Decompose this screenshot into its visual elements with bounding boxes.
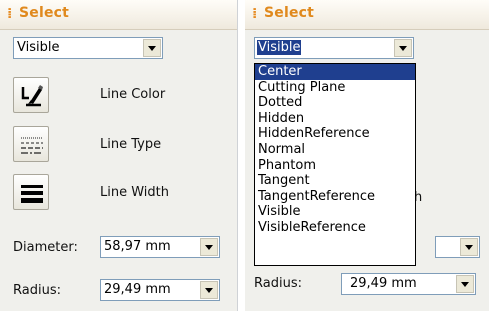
dropdown-option[interactable]: TangentReference [255,189,415,205]
line-type-label: Line Type [100,137,162,152]
mode-select[interactable]: Visible [254,37,414,59]
radius-label: Radius: [254,276,302,291]
line-color-button[interactable] [13,77,49,113]
dropdown-option[interactable]: Dotted [255,95,415,111]
mode-value: Visible [257,40,302,55]
radius-select[interactable]: 29,49 mm [100,279,220,301]
chevron-down-icon [148,46,156,51]
dropdown-option[interactable]: Center [255,64,415,80]
chevron-down-icon [465,245,473,250]
dropdown-button[interactable] [200,238,218,256]
dropdown-option[interactable]: HiddenReference [255,126,415,142]
dropdown-button[interactable] [143,39,161,57]
line-width-label: Line Width [100,185,169,200]
mode-value: Visible [17,40,60,55]
dropdown-button[interactable] [456,275,474,293]
diameter-value: 58,97 mm [104,239,171,254]
diameter-select[interactable] [435,236,480,258]
dropdown-option[interactable]: Cutting Plane [255,80,415,96]
dropdown-option[interactable]: VisibleReference [255,220,415,236]
mode-select[interactable]: Visible [13,37,163,59]
diameter-select[interactable]: 58,97 mm [100,236,220,258]
grip-icon[interactable]: ⁞ [7,7,12,21]
panel-header: ⁞ Select [0,0,237,30]
chevron-down-icon [205,245,213,250]
line-type-dropdown-list[interactable]: Center Cutting Plane Dotted Hidden Hidde… [254,63,416,266]
dropdown-option[interactable]: Visible [255,204,415,220]
chevron-down-icon [461,282,469,287]
dropdown-option[interactable]: Tangent [255,173,415,189]
line-width-button[interactable] [13,174,49,210]
panel-header: ⁞ Select [245,0,489,30]
line-width-icon [21,185,43,203]
panel-title: Select [19,5,70,21]
dropdown-option[interactable]: Hidden [255,111,415,127]
dropdown-button[interactable] [394,39,412,57]
chevron-down-icon [399,46,407,51]
left-select-panel: ⁞ Select Visible Line Color Line Type Li… [0,0,238,311]
line-type-icon [21,137,43,154]
grip-icon[interactable]: ⁞ [252,7,257,21]
line-color-icon [21,85,43,107]
radius-value: 29,49 mm [104,282,171,297]
diameter-label: Diameter: [13,240,78,255]
radius-label: Radius: [13,283,61,298]
line-type-button[interactable] [13,126,49,162]
chevron-down-icon [205,288,213,293]
line-color-label: Line Color [100,87,166,102]
radius-value: 29,49 mm [350,276,417,291]
dropdown-option[interactable]: Phantom [255,158,415,174]
dropdown-button[interactable] [200,281,218,299]
dropdown-option[interactable]: Normal [255,142,415,158]
radius-select[interactable]: 29,49 mm [341,273,476,295]
dropdown-button[interactable] [460,238,478,256]
panel-title: Select [264,5,315,21]
